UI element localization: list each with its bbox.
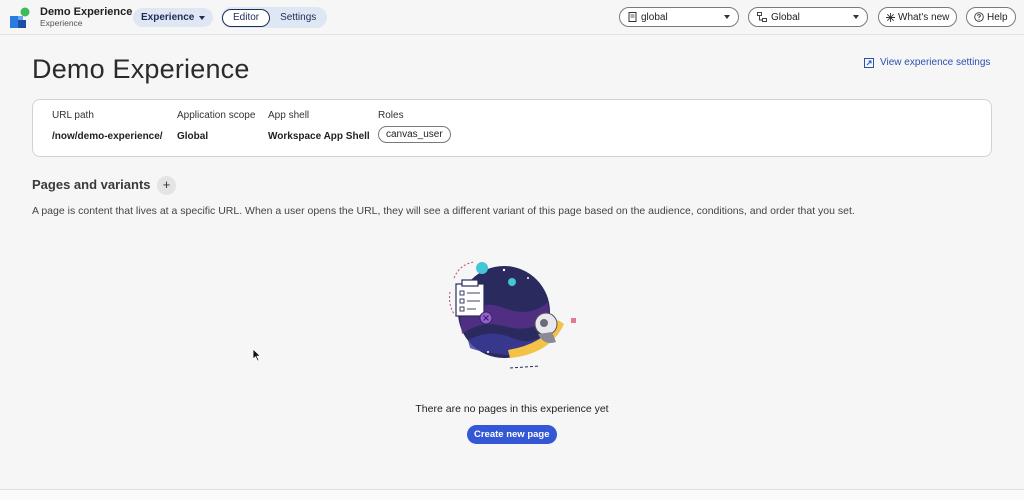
pages-section-title: Pages and variants — [32, 177, 151, 192]
role-tag: canvas_user — [378, 126, 451, 143]
empty-state-message: There are no pages in this experience ye… — [415, 403, 609, 415]
hierarchy-icon — [757, 12, 767, 22]
app-scope-column: Application scope Global — [177, 110, 255, 142]
url-path-value: /now/demo-experience/ — [52, 131, 163, 142]
caret-down-icon — [853, 15, 859, 19]
tab-settings[interactable]: Settings — [270, 9, 326, 27]
experience-dropdown[interactable]: Experience — [133, 8, 214, 27]
roles-column: Roles canvas_user — [378, 110, 451, 143]
experience-info-card: URL path /now/demo-experience/ Applicati… — [32, 99, 992, 157]
app-title: Demo Experience — [40, 6, 133, 18]
app-shell-column: App shell Workspace App Shell — [268, 110, 370, 142]
scope-select[interactable]: global — [619, 7, 739, 27]
whats-new-button[interactable]: What's new — [878, 7, 958, 27]
help-label: Help — [987, 11, 1008, 23]
view-experience-settings-label: View experience settings — [880, 57, 991, 68]
create-new-page-button[interactable]: Create new page — [467, 425, 557, 444]
whats-new-label: What's new — [898, 11, 950, 23]
page-title: Demo Experience — [32, 54, 250, 84]
domain-select-value: Global — [771, 11, 800, 23]
app-shell-label: App shell — [268, 110, 310, 121]
url-path-label: URL path — [52, 110, 94, 121]
tab-editor[interactable]: Editor — [222, 8, 271, 27]
help-button[interactable]: Help — [966, 7, 1016, 27]
roles-label: Roles — [378, 110, 404, 121]
experience-dropdown-label: Experience — [141, 12, 195, 23]
app-subtitle: Experience — [40, 18, 83, 29]
view-experience-settings-link[interactable]: View experience settings — [864, 57, 990, 68]
app-logo-icon — [10, 7, 30, 28]
url-path-column: URL path /now/demo-experience/ — [52, 110, 163, 142]
top-bar: Demo Experience Experience Experience Ed… — [0, 0, 1024, 35]
caret-down-icon — [724, 15, 730, 19]
app-scope-label: Application scope — [177, 110, 256, 121]
app-title-block: Demo Experience Experience — [40, 6, 132, 28]
open-panel-icon — [864, 57, 874, 68]
sparkle-icon — [886, 12, 895, 22]
empty-state-illustration — [449, 261, 576, 369]
help-circle-icon — [974, 12, 984, 22]
app-shell-value: Workspace App Shell — [268, 131, 370, 142]
domain-select[interactable]: Global — [748, 7, 868, 27]
add-page-button[interactable]: + — [157, 176, 176, 195]
caret-down-icon — [199, 15, 206, 20]
plus-icon: + — [162, 177, 171, 192]
app-scope-value: Global — [177, 131, 209, 142]
scope-select-value: global — [641, 11, 668, 23]
pages-section-description: A page is content that lives at a specif… — [32, 205, 855, 217]
mouse-cursor-icon — [252, 348, 262, 362]
document-icon — [628, 12, 637, 22]
editor-settings-toggle: Editor Settings — [221, 7, 328, 28]
bottom-strip — [0, 490, 1024, 500]
